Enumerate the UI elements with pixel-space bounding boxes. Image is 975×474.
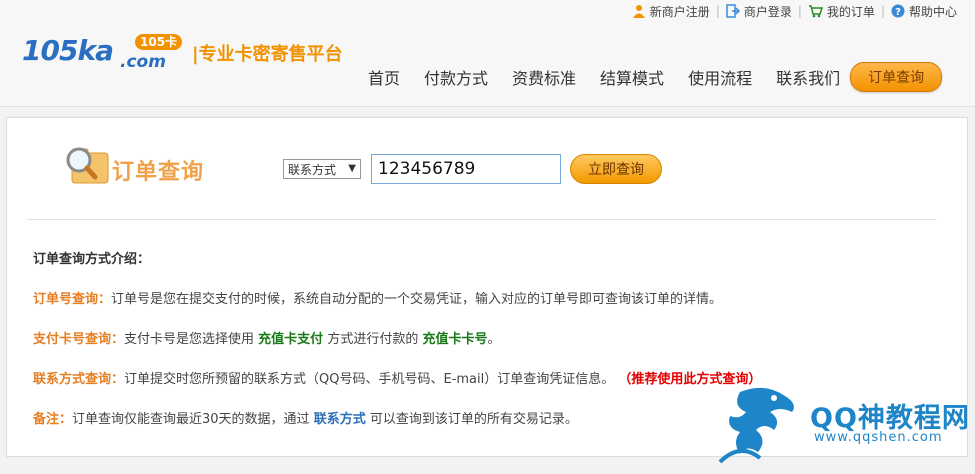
register-label: 新商户注册 xyxy=(649,4,710,19)
help-link[interactable]: ? 帮助中心 xyxy=(891,3,957,20)
login-icon xyxy=(726,4,740,18)
nav-process[interactable]: 使用流程 xyxy=(688,65,752,89)
query-type-select[interactable]: 联系方式 ▼ xyxy=(283,159,361,179)
logo-text: 105ka xyxy=(22,34,114,67)
order-no-info: 订单号查询：订单号是您在提交支付的时候，系统自动分配的一个交易凭证，输入对应的订… xyxy=(33,288,722,307)
order-query-button[interactable]: 订单查询 xyxy=(850,62,943,92)
card-no-text-3: 。 xyxy=(487,332,501,347)
card-no-text-1: 支付卡号是您选择使用 xyxy=(124,332,255,347)
logo-badge: 105卡 xyxy=(135,34,183,50)
dragon-logo-icon xyxy=(718,387,794,464)
note-label: 备注： xyxy=(33,412,73,427)
note-text-1: 订单查询仅能查询最近30天的数据，通过 xyxy=(72,412,310,427)
nav-home[interactable]: 首页 xyxy=(368,65,400,89)
query-title: 订单查询 xyxy=(112,160,205,185)
login-link[interactable]: 商户登录 xyxy=(726,3,792,20)
svg-text:?: ? xyxy=(895,7,901,18)
logo-slogan: |专业卡密寄售平台 xyxy=(192,44,343,65)
site-logo[interactable]: 105ka .com 105卡 |专业卡密寄售平台 xyxy=(22,30,362,80)
divider xyxy=(27,219,937,220)
card-no-highlight-1: 充值卡支付 xyxy=(258,332,324,347)
separator: | xyxy=(797,4,802,18)
query-submit-button[interactable]: 立即查询 xyxy=(570,154,662,184)
nav-fees[interactable]: 资费标准 xyxy=(512,65,576,89)
help-label: 帮助中心 xyxy=(908,4,957,19)
nav-settlement[interactable]: 结算模式 xyxy=(600,65,664,89)
nav-payment[interactable]: 付款方式 xyxy=(424,65,488,89)
user-icon xyxy=(632,5,645,18)
order-no-label: 订单号查询： xyxy=(33,292,112,307)
card-no-text-2: 方式进行付款的 xyxy=(327,332,419,347)
help-icon: ? xyxy=(891,4,905,18)
chevron-down-icon: ▼ xyxy=(348,163,356,174)
watermark: QQ神教程网 www.qqshen.com xyxy=(710,380,975,472)
contact-label: 联系方式查询： xyxy=(33,372,125,387)
nav-contact[interactable]: 联系我们 xyxy=(776,65,840,89)
main-nav: 首页 付款方式 资费标准 结算模式 使用流程 联系我们 订单查询 xyxy=(368,62,943,92)
order-no-text: 订单号是您在提交支付的时候，系统自动分配的一个交易凭证，输入对应的订单号即可查询… xyxy=(111,292,723,307)
card-no-highlight-2: 充值卡卡号 xyxy=(422,332,488,347)
contact-text: 订单提交时您所预留的联系方式（QQ号码、手机号码、E-mail）订单查询凭证信息… xyxy=(124,372,615,387)
register-link[interactable]: 新商户注册 xyxy=(632,3,710,20)
logo-domain: .com xyxy=(120,52,166,72)
separator: | xyxy=(880,4,885,18)
card-no-label: 支付卡号查询： xyxy=(33,332,125,347)
intro-heading: 订单查询方式介绍： xyxy=(33,252,151,267)
magnifier-folder-icon xyxy=(66,147,109,184)
note-info: 备注：订单查询仅能查询最近30天的数据，通过 联系方式 可以查询到该订单的所有交… xyxy=(33,408,578,427)
site-header: 新商户注册 | 商户登录 | 我的订单 | ? 帮助中心 105ka .com … xyxy=(0,0,975,107)
note-contact-link[interactable]: 联系方式 xyxy=(314,412,366,427)
contact-info: 联系方式查询：订单提交时您所预留的联系方式（QQ号码、手机号码、E-mail）订… xyxy=(33,368,761,387)
login-label: 商户登录 xyxy=(743,4,792,19)
my-orders-label: 我的订单 xyxy=(826,4,875,19)
select-value: 联系方式 xyxy=(288,162,337,177)
watermark-url: www.qqshen.com xyxy=(814,430,943,445)
cart-icon xyxy=(808,5,823,18)
top-links: 新商户注册 | 商户登录 | 我的订单 | ? 帮助中心 xyxy=(626,2,957,20)
card-no-info: 支付卡号查询：支付卡号是您选择使用 充值卡支付 方式进行付款的 充值卡卡号。 xyxy=(33,328,501,347)
query-input[interactable] xyxy=(371,154,561,184)
my-orders-link[interactable]: 我的订单 xyxy=(808,3,875,20)
separator: | xyxy=(715,4,720,18)
note-text-2: 可以查询到该订单的所有交易记录。 xyxy=(369,412,578,427)
